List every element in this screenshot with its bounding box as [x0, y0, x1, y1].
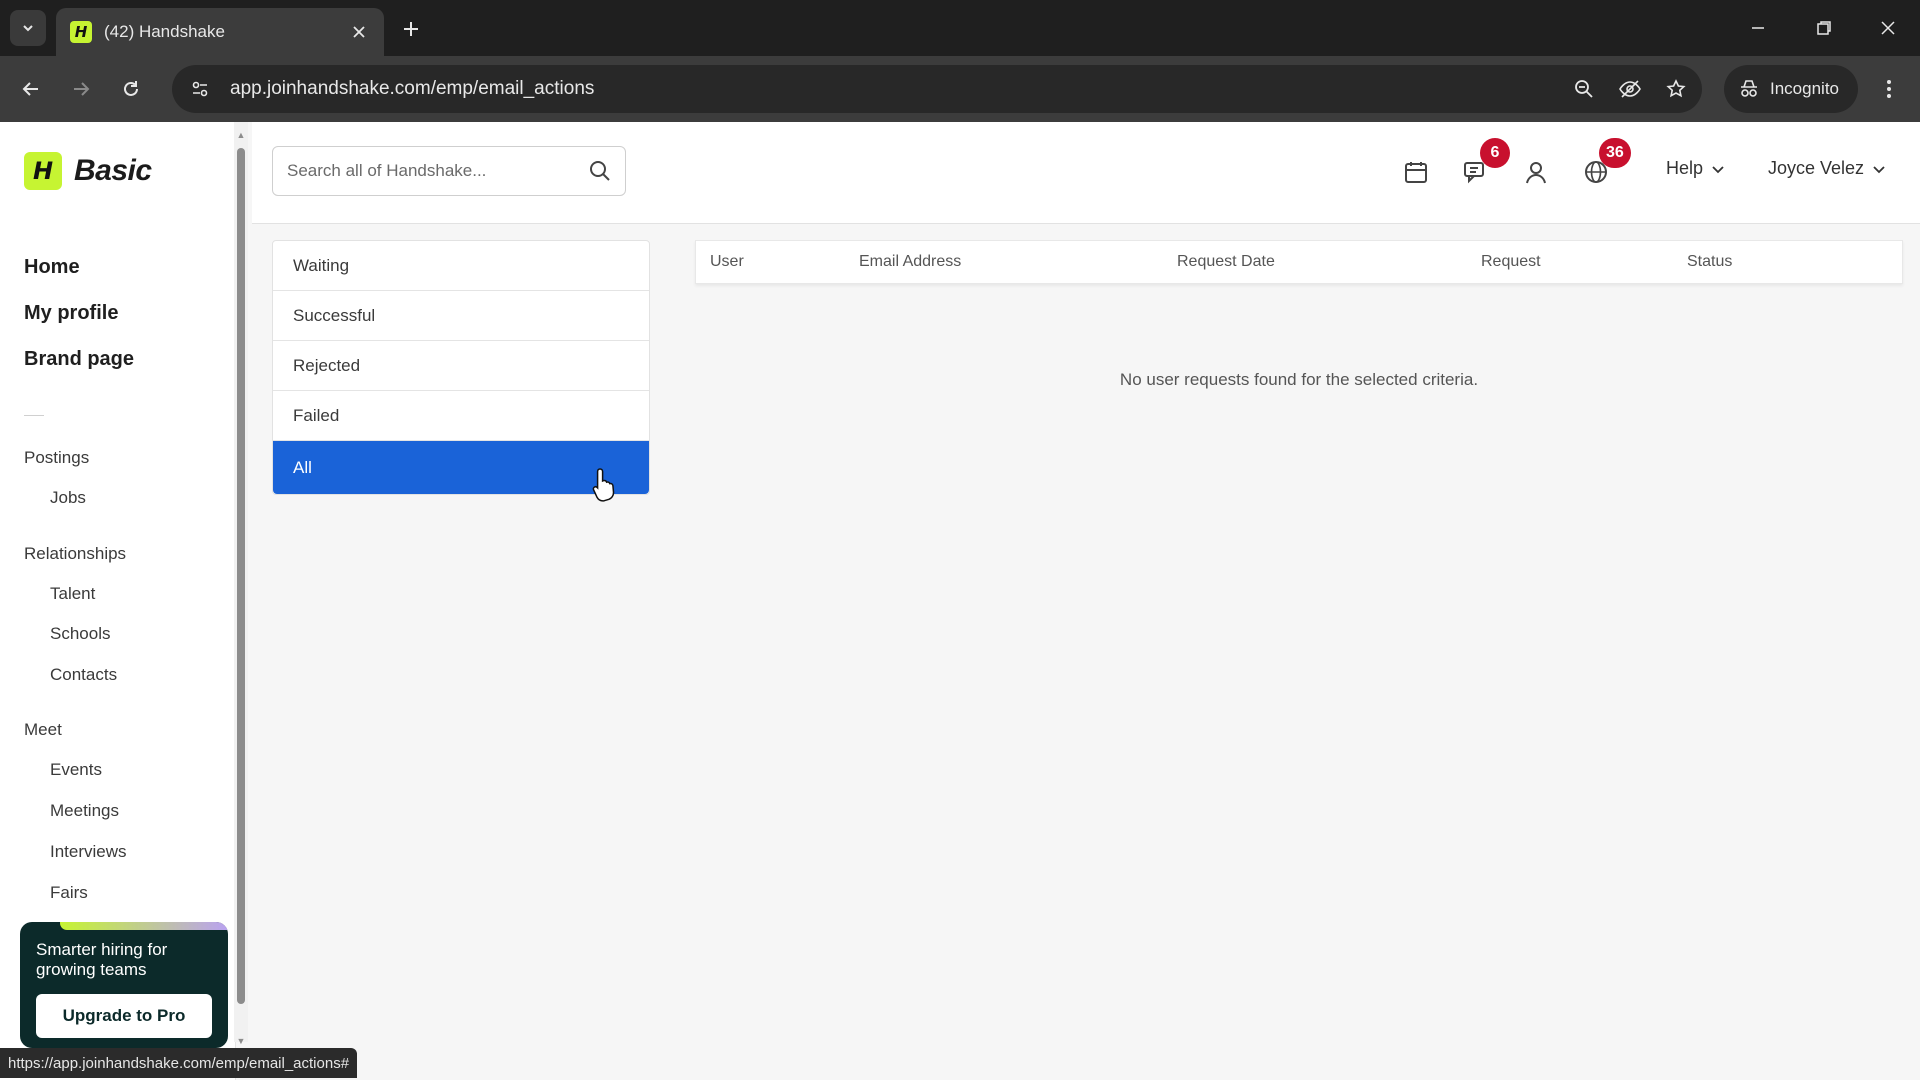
- requests-table-header: User Email Address Request Date Request …: [695, 240, 1903, 284]
- user-menu[interactable]: Joyce Velez: [1768, 158, 1886, 179]
- arrow-right-icon: [74, 82, 90, 96]
- browser-toolbar: app.joinhandshake.com/emp/email_actions …: [0, 56, 1920, 122]
- incognito-label: Incognito: [1770, 79, 1839, 98]
- link-hover-status: https://app.joinhandshake.com/emp/email_…: [0, 1048, 358, 1078]
- handshake-favicon-icon: H: [70, 21, 92, 43]
- url-text[interactable]: app.joinhandshake.com/emp/email_actions: [230, 78, 1564, 100]
- globe-badge: 36: [1599, 138, 1631, 168]
- hand-cursor-icon: [592, 468, 615, 502]
- help-menu[interactable]: Help: [1666, 158, 1725, 179]
- search-input[interactable]: [287, 161, 589, 181]
- user-name: Joyce Velez: [1768, 158, 1865, 178]
- nav-home[interactable]: Home: [24, 256, 80, 279]
- nav-events[interactable]: Events: [50, 760, 102, 780]
- scroll-down-icon[interactable]: ▼: [234, 1034, 248, 1048]
- filter-rejected[interactable]: Rejected: [273, 341, 649, 391]
- tab-search-button[interactable]: [10, 10, 46, 46]
- bookmark-star-icon[interactable]: [1656, 69, 1696, 109]
- browser-tab-active[interactable]: H (42) Handshake: [56, 8, 384, 56]
- plus-icon: [404, 22, 418, 36]
- nav-interviews[interactable]: Interviews: [50, 842, 127, 862]
- upgrade-to-pro-button[interactable]: Upgrade to Pro: [36, 994, 212, 1038]
- restore-button[interactable]: [1804, 10, 1844, 46]
- column-status[interactable]: Status: [1687, 253, 1732, 271]
- site-settings-icon[interactable]: [180, 69, 220, 109]
- new-tab-button[interactable]: [396, 14, 426, 44]
- nav-section-relationships: Relationships: [24, 544, 127, 563]
- profile-button[interactable]: [1520, 156, 1552, 188]
- nav-section-postings: Postings: [24, 448, 90, 467]
- column-request-date[interactable]: Request Date: [1177, 253, 1275, 271]
- filter-failed[interactable]: Failed: [273, 391, 649, 441]
- chevron-down-icon: [1712, 165, 1724, 173]
- reload-icon: [124, 81, 138, 96]
- reload-button[interactable]: [112, 70, 150, 108]
- close-icon: [1881, 21, 1895, 35]
- promo-text: Smarter hiring for growing teams: [36, 940, 168, 979]
- nav-schools[interactable]: Schools: [50, 624, 110, 644]
- minimize-icon: [1752, 27, 1764, 29]
- global-search[interactable]: [272, 146, 626, 196]
- browser-menu-button[interactable]: [1870, 70, 1908, 108]
- tracking-protection-icon[interactable]: [1610, 69, 1650, 109]
- plan-name: Basic: [74, 154, 152, 187]
- column-request[interactable]: Request: [1481, 253, 1541, 271]
- person-icon: [1526, 162, 1546, 184]
- promo-accent-decoration: [60, 922, 228, 930]
- calendar-icon: [1405, 162, 1427, 183]
- nav-contacts[interactable]: Contacts: [50, 665, 117, 685]
- nav-jobs[interactable]: Jobs: [50, 488, 86, 508]
- scroll-up-icon[interactable]: ▲: [234, 128, 248, 142]
- handshake-logo-icon: H: [24, 152, 62, 190]
- incognito-icon: [1741, 80, 1757, 97]
- browser-tabstrip: H (42) Handshake: [0, 0, 1920, 56]
- nav-my-profile[interactable]: My profile: [24, 302, 118, 325]
- column-user[interactable]: User: [710, 253, 744, 271]
- upgrade-promo-card: Smarter hiring for growing teams Upgrade…: [20, 922, 228, 1048]
- nav-fairs[interactable]: Fairs: [50, 883, 88, 903]
- status-filter-list: Waiting Successful Rejected Failed All: [272, 240, 650, 495]
- column-email-address[interactable]: Email Address: [859, 253, 961, 271]
- messages-badge: 6: [1480, 138, 1510, 168]
- nav-meetings[interactable]: Meetings: [50, 801, 119, 821]
- arrow-left-icon: [22, 82, 38, 96]
- more-vertical-icon: [1887, 80, 1891, 98]
- restore-icon: [1817, 21, 1831, 35]
- address-bar[interactable]: app.joinhandshake.com/emp/email_actions: [172, 65, 1702, 113]
- search-icon[interactable]: [589, 160, 611, 182]
- forward-button[interactable]: [62, 70, 100, 108]
- back-button[interactable]: [12, 70, 50, 108]
- incognito-indicator[interactable]: Incognito: [1724, 65, 1858, 113]
- minimize-button[interactable]: [1738, 10, 1778, 46]
- tab-title: (42) Handshake: [104, 22, 225, 41]
- nav-brand-page[interactable]: Brand page: [24, 348, 134, 371]
- app-header: 6 36 Help Joyce Velez: [252, 122, 1920, 224]
- nav-divider: [24, 415, 44, 416]
- chevron-down-icon: [23, 25, 33, 32]
- filter-waiting[interactable]: Waiting: [273, 241, 649, 291]
- close-window-button[interactable]: [1868, 10, 1908, 46]
- chevron-down-icon: [1873, 165, 1885, 173]
- empty-state-message: No user requests found for the selected …: [1119, 370, 1479, 389]
- brand-logo[interactable]: H Basic: [24, 152, 152, 190]
- calendar-button[interactable]: [1400, 156, 1432, 188]
- nav-talent[interactable]: Talent: [50, 584, 95, 604]
- help-label: Help: [1666, 158, 1704, 178]
- filter-successful[interactable]: Successful: [273, 291, 649, 341]
- zoom-icon[interactable]: [1564, 69, 1604, 109]
- sidebar-scrollbar-thumb[interactable]: [237, 148, 245, 1004]
- close-tab-icon[interactable]: [348, 21, 370, 43]
- nav-section-meet: Meet: [24, 720, 62, 739]
